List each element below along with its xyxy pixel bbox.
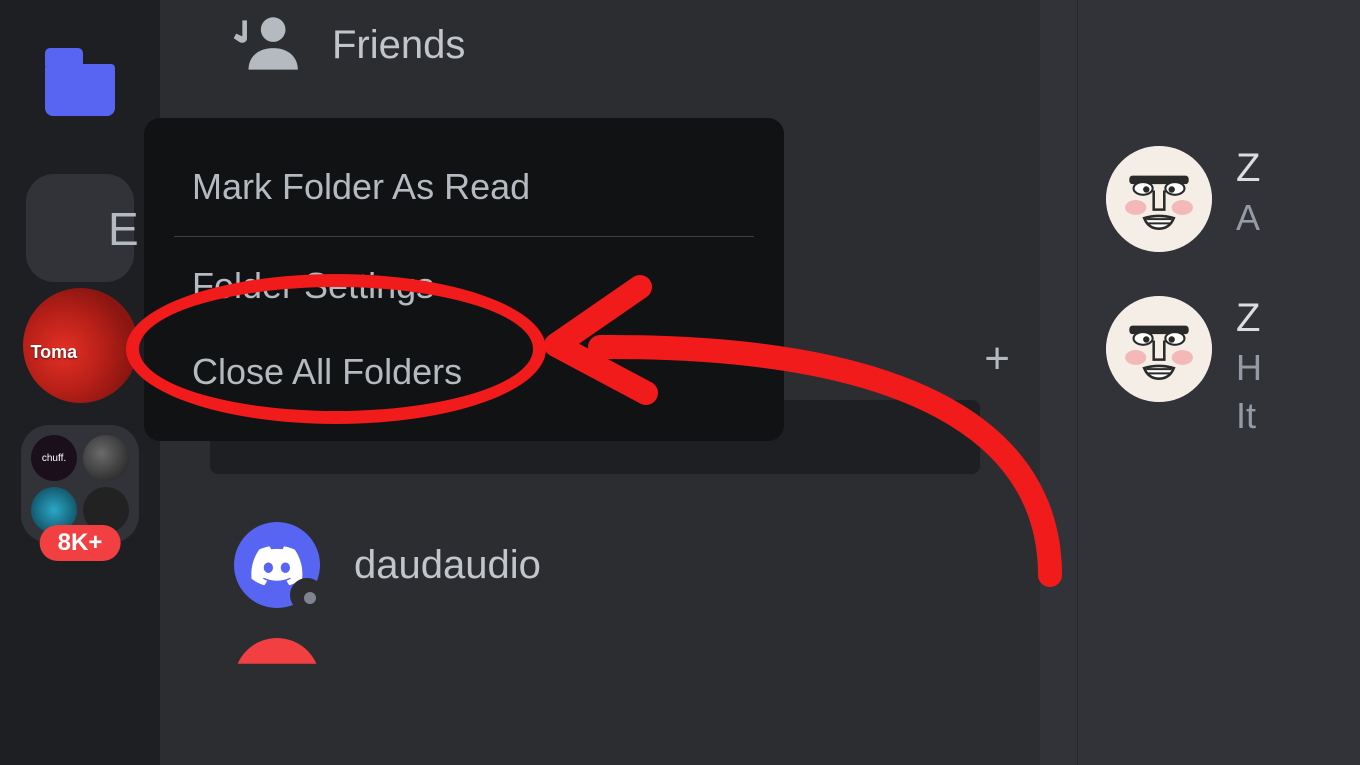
friends-nav-item[interactable]: Friends	[190, 0, 1010, 90]
status-offline-icon	[299, 587, 321, 609]
server-icon-tomato[interactable]: Toma	[23, 288, 138, 403]
folder-mini-server-chuff: chuff.	[31, 435, 77, 481]
member-activity: A	[1236, 197, 1260, 239]
dm-avatar	[234, 638, 320, 724]
server-list-sidebar: E Toma chuff. 8K+	[0, 0, 160, 765]
dm-list-item[interactable]: daudaudio	[190, 504, 1010, 626]
context-item-close-folders[interactable]: Close All Folders	[144, 329, 784, 415]
member-list-panel: Z A Z H It	[1077, 0, 1360, 765]
folder-mini-server	[83, 435, 129, 481]
member-list-item[interactable]: Z H It	[1078, 280, 1360, 453]
member-avatar	[1106, 296, 1212, 402]
create-dm-button[interactable]: +	[984, 334, 1010, 384]
member-name: Z	[1236, 296, 1262, 341]
context-item-mark-read[interactable]: Mark Folder As Read	[144, 144, 784, 230]
unread-badge: 8K+	[40, 525, 121, 561]
server-folder-blurple[interactable]	[26, 32, 134, 140]
server-folder-multi[interactable]: chuff. 8K+	[21, 425, 139, 543]
member-activity: It	[1236, 395, 1262, 437]
folder-icon	[45, 64, 115, 116]
member-activity: H	[1236, 347, 1262, 389]
context-item-folder-settings[interactable]: Folder Settings	[144, 243, 784, 329]
context-divider	[174, 236, 754, 237]
server-label: Toma	[31, 342, 78, 363]
folder-initial: E	[108, 202, 139, 256]
server-folder-gray[interactable]: E	[26, 174, 134, 282]
dm-list-item[interactable]	[190, 620, 1010, 742]
friends-label: Friends	[332, 23, 465, 68]
discord-logo-icon	[251, 545, 303, 585]
member-list-item[interactable]: Z A	[1078, 130, 1360, 268]
member-name: Z	[1236, 146, 1260, 191]
friends-icon	[230, 13, 304, 77]
dm-avatar	[234, 522, 320, 608]
member-avatar	[1106, 146, 1212, 252]
dm-username: daudaudio	[354, 543, 541, 588]
folder-context-menu: Mark Folder As Read Folder Settings Clos…	[144, 118, 784, 441]
